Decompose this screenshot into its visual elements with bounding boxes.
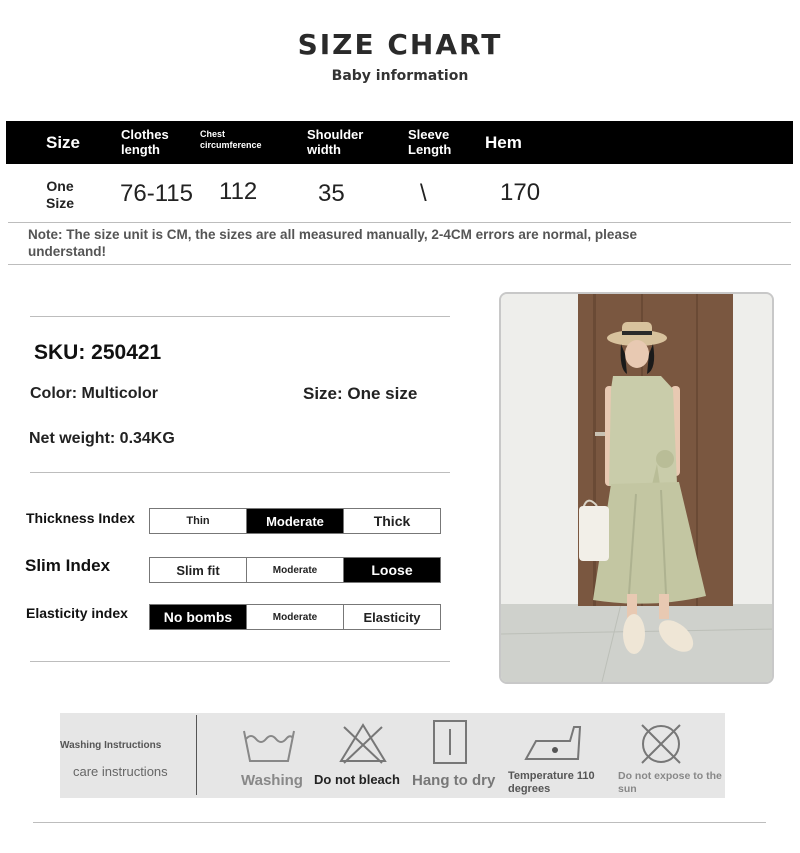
divider [30, 316, 450, 317]
elasticity-option-no-bombs: No bombs [150, 605, 247, 629]
page-title: SIZE CHART [297, 28, 503, 61]
no-sun-icon [641, 724, 681, 764]
care-label-no-sun: Do not expose to the sun [618, 770, 722, 795]
cell-hem: 170 [500, 179, 541, 206]
cell-size: One Size [45, 178, 74, 211]
thickness-option-thin: Thin [150, 509, 247, 533]
cell-sleeve: \ [420, 180, 427, 207]
thickness-option-thick: Thick [373, 513, 411, 529]
divider [8, 264, 791, 265]
hang-dry-icon [433, 720, 467, 764]
slim-option-slim-fit: Slim fit [150, 558, 247, 582]
care-instructions-panel: Washing Instructions care instructions W… [60, 713, 725, 798]
color-label: Color: Multicolor [30, 385, 158, 402]
thickness-index-label: Thickness Index [26, 510, 135, 526]
cell-chest: 112 [219, 178, 258, 205]
divider [30, 472, 450, 473]
col-clothes-length: Clothes length [121, 127, 169, 157]
wash-tub-icon [243, 730, 295, 762]
cell-shoulder: 35 [318, 180, 345, 207]
thickness-index-scale: Thin Moderate Thick [149, 508, 441, 534]
care-divider [196, 715, 197, 795]
divider [33, 822, 766, 823]
iron-icon [524, 726, 582, 760]
model-wearing-outfit-illustration [501, 294, 772, 682]
elasticity-option-moderate: Moderate [247, 605, 344, 629]
care-label-hang-dry: Hang to dry [412, 772, 496, 789]
elasticity-option-elasticity: Elasticity [363, 609, 421, 625]
elasticity-index-label: Elasticity index [26, 605, 128, 621]
col-sleeve-length: Sleeve Length [408, 127, 452, 157]
col-size: Size [46, 133, 81, 152]
product-photo [499, 292, 774, 684]
slim-index-scale: Slim fit Moderate Loose [149, 557, 441, 583]
cell-clothes-length: 76-115 [120, 180, 193, 207]
no-bleach-icon [339, 723, 387, 764]
net-weight-label: Net weight: 0.34KG [29, 430, 175, 447]
page-subtitle: Baby information [331, 68, 469, 84]
slim-index-label: Slim Index [25, 556, 111, 575]
care-label-temperature: Temperature 110 degrees [508, 770, 595, 795]
slim-option-moderate: Moderate [247, 558, 344, 582]
col-hem: Hem [485, 133, 522, 152]
elasticity-index-scale: No bombs Moderate Elasticity [149, 604, 441, 630]
care-title: Washing Instructions [60, 740, 162, 751]
divider [8, 222, 791, 223]
col-shoulder-width: Shoulder width [307, 127, 364, 157]
size-label: Size: One size [303, 384, 418, 403]
slim-option-loose: Loose [344, 558, 440, 582]
col-chest-circumference: Chest circumference [200, 129, 262, 150]
care-label-no-bleach: Do not bleach [314, 772, 400, 787]
thickness-option-moderate: Moderate [247, 509, 344, 533]
sku-label: SKU: 250421 [34, 341, 162, 364]
size-table-header: Size Clothes length Chest circumference … [6, 121, 793, 164]
divider [30, 661, 450, 662]
size-note: Note: The size unit is CM, the sizes are… [28, 227, 637, 259]
care-subtitle: care instructions [73, 764, 168, 779]
care-label-washing: Washing [241, 772, 303, 789]
